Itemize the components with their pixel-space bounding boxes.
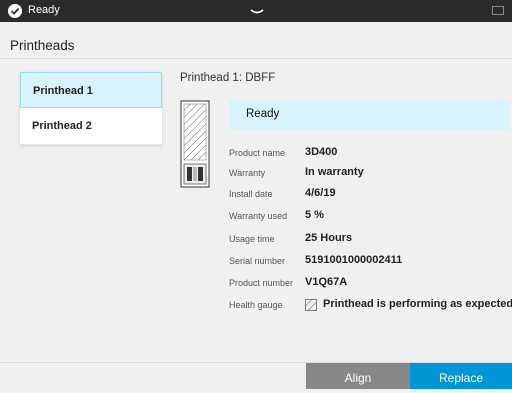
info-label: Health gauge <box>229 300 283 310</box>
info-value: In warranty <box>305 166 364 178</box>
action-bar: Align Replace <box>0 362 512 389</box>
page-title: Printheads <box>10 38 75 53</box>
info-value: 5191001000002411 <box>305 254 403 266</box>
info-label: Product name <box>229 148 286 158</box>
info-row-health-gauge: Health gauge Printhead is performing as … <box>229 298 512 316</box>
sidebar-item-printhead-1[interactable]: Printhead 1 <box>20 72 162 108</box>
hatched-health-icon <box>305 299 317 311</box>
info-row-usage-time: Usage time 25 Hours <box>229 232 512 250</box>
info-value: V1Q67A <box>305 276 348 288</box>
info-label: Install date <box>229 189 273 199</box>
info-value: 3D400 <box>305 146 338 158</box>
info-row-warranty-used: Warranty used 5 % <box>229 209 512 227</box>
printhead-list: Printhead 1 Printhead 2 <box>20 72 162 145</box>
info-row-install-date: Install date 4/6/19 <box>229 187 512 205</box>
info-row-product-number: Product number V1Q67A <box>229 276 512 294</box>
health-status-text: Printhead is performing as expected. <box>323 298 512 310</box>
info-label: Serial number <box>229 256 286 266</box>
pull-down-handle-icon[interactable] <box>250 3 264 21</box>
battery-icon <box>492 6 504 15</box>
info-value: 25 Hours <box>305 232 353 244</box>
info-value: 5 % <box>305 209 324 221</box>
info-row-product-name: Product name 3D400 <box>229 146 512 164</box>
info-label: Usage time <box>229 234 275 244</box>
page-header: Printheads <box>0 22 512 59</box>
status-label: Ready <box>246 108 280 120</box>
info-label: Product number <box>229 278 294 288</box>
info-row-warranty: Warranty In warranty <box>229 166 512 184</box>
status-banner: Ready <box>229 100 510 130</box>
status-text: Ready <box>28 4 60 16</box>
check-circle-icon <box>8 4 22 18</box>
status-bar: Ready <box>0 0 512 22</box>
detail-title: Printhead 1: DBFF <box>180 72 276 84</box>
info-value: 4/6/19 <box>305 187 336 199</box>
info-label: Warranty <box>229 168 266 178</box>
info-label: Warranty used <box>229 211 288 221</box>
align-button[interactable]: Align <box>306 363 410 389</box>
printhead-icon <box>180 100 210 188</box>
replace-button[interactable]: Replace <box>410 363 512 389</box>
info-row-serial-number: Serial number 5191001000002411 <box>229 254 512 272</box>
sidebar-item-printhead-2[interactable]: Printhead 2 <box>20 108 162 145</box>
